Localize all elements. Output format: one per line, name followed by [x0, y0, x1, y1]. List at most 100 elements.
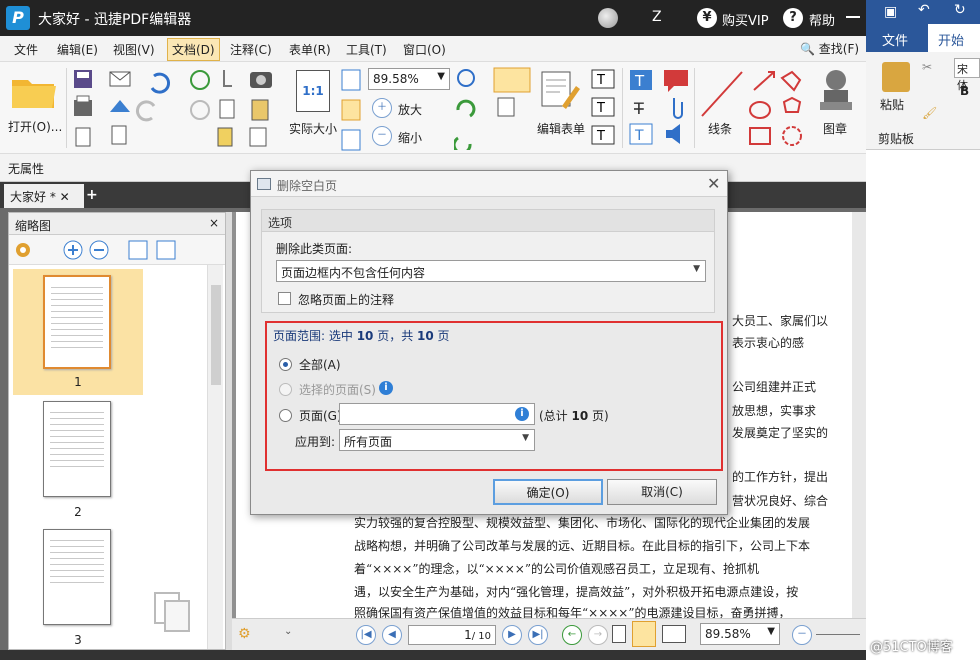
forward-icon[interactable]: →: [588, 625, 608, 645]
redo-icon[interactable]: ↻: [954, 2, 966, 18]
nav-zoom-combo[interactable]: 89.58% ▼: [700, 623, 780, 645]
zoom-slider[interactable]: [816, 634, 860, 635]
stamp-button[interactable]: 图章: [823, 120, 847, 137]
bold-button[interactable]: B: [960, 84, 969, 98]
menu-file[interactable]: 文件: [14, 41, 38, 58]
chevron-down-icon[interactable]: ⌄: [284, 626, 292, 637]
back-icon[interactable]: ←: [562, 625, 582, 645]
zoom-out-icon[interactable]: －: [792, 625, 812, 645]
facing-page-icon[interactable]: [662, 625, 686, 643]
ignore-annotations-checkbox[interactable]: [278, 292, 291, 305]
rotate-select-icons[interactable]: [454, 66, 534, 150]
zoom-combo[interactable]: 89.58% ▼: [368, 68, 450, 90]
yen-icon[interactable]: ¥: [697, 8, 717, 28]
thumbnail-item[interactable]: 3: [13, 527, 143, 653]
page-range-summary: 页面范围: 选中 10 页，共 10 页: [273, 329, 450, 343]
format-painter-icon[interactable]: 🖌: [922, 106, 937, 120]
word-tab-home[interactable]: 开始: [928, 24, 980, 52]
paste-icon[interactable]: [882, 62, 910, 92]
edit-form-button[interactable]: 编辑表单: [537, 120, 585, 137]
minimize-icon[interactable]: [846, 16, 860, 18]
word-tab-file[interactable]: 文件: [882, 30, 908, 49]
tab-document[interactable]: 大家好 * ✕: [4, 184, 84, 208]
new-tab-icon[interactable]: +: [86, 188, 100, 202]
last-page-icon[interactable]: ▶|: [528, 625, 548, 645]
cancel-button[interactable]: 取消(C): [607, 479, 717, 505]
text-field-icons[interactable]: T T T: [590, 68, 620, 148]
page-range-highlight: 页面范围: 选中 10 页，共 10 页 全部(A) 选择的页面(S) i 页面…: [265, 321, 723, 471]
close-icon[interactable]: ✕: [707, 174, 720, 193]
help-button[interactable]: 帮助: [809, 10, 835, 29]
pages-input[interactable]: [339, 403, 535, 425]
apply-to-select[interactable]: 所有页面 ▼: [339, 429, 535, 451]
paste-button[interactable]: 粘贴: [880, 96, 904, 113]
open-button[interactable]: 打开(O)...: [8, 118, 62, 135]
cut-icon[interactable]: ✂: [922, 60, 932, 74]
menu-window[interactable]: 窗口(O): [403, 41, 446, 58]
user-initial[interactable]: Z: [652, 9, 662, 25]
next-page-icon[interactable]: ▶: [502, 625, 522, 645]
gear-icon[interactable]: ⚙: [238, 626, 251, 642]
zoom-out-icon[interactable]: －: [372, 126, 392, 146]
menu-tools[interactable]: 工具(T): [346, 41, 387, 58]
doc-line: 大员工、家属们以: [732, 314, 829, 328]
page-number-input[interactable]: 1/ 10: [408, 625, 496, 645]
close-icon[interactable]: ✕: [60, 190, 70, 204]
doc-line: 发展奠定了坚实的: [732, 426, 829, 440]
word-title-bar: ▣ ↶ ↻ 文件 开始: [866, 0, 980, 58]
zoom-in-button[interactable]: 放大: [398, 101, 422, 118]
thumbnail-tool-icons[interactable]: [13, 239, 193, 263]
annotation-icons[interactable]: T T T: [628, 68, 694, 148]
radio-selected-pages[interactable]: [279, 383, 292, 396]
avatar-icon[interactable]: [598, 8, 618, 28]
zoom-value: 89.58%: [373, 72, 419, 86]
total-pages-label: (总计 10 页): [539, 409, 609, 423]
ok-button[interactable]: 确定(O): [493, 479, 603, 505]
zoom-out-button[interactable]: 缩小: [398, 129, 422, 146]
clipboard-group-label: 剪贴板: [878, 132, 915, 146]
buy-vip-button[interactable]: 购买VIP: [722, 10, 769, 29]
radio-pages[interactable]: [279, 409, 292, 422]
first-page-icon[interactable]: |◀: [356, 625, 376, 645]
radio-all[interactable]: [279, 358, 292, 371]
radio-all-label[interactable]: 全部(A): [299, 356, 341, 373]
menu-document[interactable]: 文档(D): [167, 38, 220, 61]
chevron-down-icon: ▼: [437, 71, 445, 82]
menu-form[interactable]: 表单(R): [289, 41, 331, 58]
actual-size-button[interactable]: 实际大小: [289, 120, 337, 137]
menu-edit[interactable]: 编辑(E): [57, 41, 98, 58]
thumbnail-item[interactable]: 2: [13, 399, 143, 525]
save-icon[interactable]: ▣: [884, 4, 897, 20]
stamp-icon[interactable]: [816, 68, 856, 114]
menu-view[interactable]: 视图(V): [113, 41, 155, 58]
app-logo-icon: P: [6, 6, 30, 30]
actual-size-icon[interactable]: 1:1: [296, 70, 330, 112]
radio-selected-pages-label[interactable]: 选择的页面(S): [299, 381, 376, 398]
continuous-page-icon[interactable]: [632, 621, 656, 647]
file-tools-icons[interactable]: [72, 68, 292, 152]
undo-icon[interactable]: ↶: [918, 2, 930, 18]
edit-form-icon[interactable]: [540, 70, 580, 110]
zoom-in-icon[interactable]: ＋: [372, 98, 392, 118]
info-icon: i: [515, 407, 529, 421]
delete-blank-pages-dialog: 删除空白页 ✕ 选项 删除此类页面: 页面边框内不包含任何内容 ▼ 忽略页面上的…: [250, 170, 728, 515]
font-name-box[interactable]: 宋体: [954, 58, 980, 92]
single-page-icon[interactable]: [612, 625, 626, 643]
document-scrollbar[interactable]: [852, 212, 866, 618]
close-icon[interactable]: ×: [209, 216, 219, 230]
ignore-annotations-label[interactable]: 忽略页面上的注释: [298, 291, 394, 308]
thumbnail-item[interactable]: 1: [13, 269, 143, 395]
thumbnail-header: 缩略图 ×: [9, 213, 225, 235]
delete-type-select[interactable]: 页面边框内不包含任何内容 ▼: [276, 260, 706, 282]
help-icon[interactable]: ?: [783, 8, 803, 28]
radio-pages-label[interactable]: 页面(G): [299, 407, 342, 424]
thumbnail-page-number: 3: [74, 633, 82, 647]
fit-page-icons[interactable]: [340, 68, 364, 152]
find-button[interactable]: 🔍 查找(F): [800, 40, 859, 57]
scrollbar-thumb[interactable]: [211, 285, 221, 385]
menu-comment[interactable]: 注释(C): [230, 41, 272, 58]
open-folder-icon[interactable]: [10, 72, 58, 110]
line-button[interactable]: 线条: [708, 120, 732, 137]
prev-page-icon[interactable]: ◀: [382, 625, 402, 645]
thumbnail-scrollbar[interactable]: [207, 265, 223, 649]
